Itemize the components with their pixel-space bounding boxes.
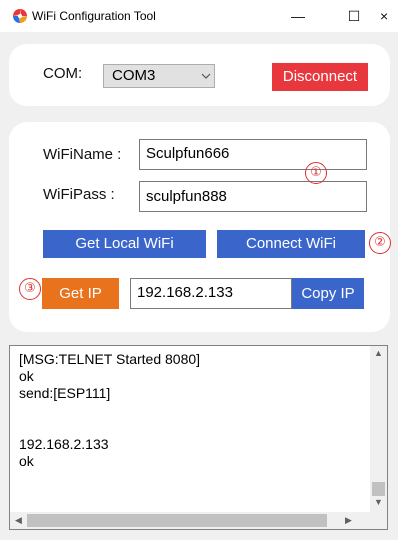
vertical-scrollbar[interactable]: ▲ ▼ [370, 346, 387, 512]
wifi-name-label: WiFiName : [43, 146, 122, 163]
scroll-left-icon[interactable]: ◀ [10, 515, 27, 526]
com-port-select[interactable]: COM3 [103, 64, 215, 88]
log-line: ok [19, 453, 34, 469]
minimize-button[interactable]: — [278, 4, 318, 28]
title-bar: WiFi Configuration Tool — ☐ × [0, 0, 398, 32]
log-line: 192.168.2.133 [19, 436, 109, 452]
log-line: [MSG:TELNET Started 8080] [19, 351, 201, 367]
wifi-pass-label: WiFiPass : [43, 186, 115, 203]
horizontal-scrollbar[interactable]: ◀ ▶ [10, 512, 370, 529]
log-lines: [MSG:TELNET Started 8080] ok send:[ESP11… [19, 351, 200, 470]
app-logo-icon [13, 9, 27, 23]
maximize-button[interactable]: ☐ [334, 4, 374, 28]
scroll-down-icon[interactable]: ▼ [370, 497, 387, 507]
scrollbar-corner [370, 512, 387, 529]
scroll-up-icon[interactable]: ▲ [370, 348, 387, 358]
disconnect-button[interactable]: Disconnect [272, 63, 368, 91]
get-local-wifi-button[interactable]: Get Local WiFi [43, 230, 206, 258]
log-output[interactable]: [MSG:TELNET Started 8080] ok send:[ESP11… [9, 345, 388, 530]
annotation-marker-1: ① [305, 162, 327, 184]
log-line: ok [19, 368, 34, 384]
log-line: send:[ESP111] [19, 385, 111, 401]
scroll-right-icon[interactable]: ▶ [340, 515, 357, 526]
wifi-pass-input[interactable]: sculpfun888 [139, 181, 367, 212]
horizontal-scroll-thumb[interactable] [27, 514, 327, 527]
close-button[interactable]: × [380, 4, 398, 28]
ip-address-field[interactable]: 192.168.2.133 [130, 278, 292, 309]
copy-ip-button[interactable]: Copy IP [292, 278, 364, 309]
com-label: COM: [43, 65, 83, 82]
com-port-value: COM3 [112, 67, 156, 84]
annotation-marker-3: ③ [19, 278, 41, 300]
wifi-name-input[interactable]: Sculpfun666 [139, 139, 367, 170]
vertical-scroll-thumb[interactable] [372, 482, 385, 496]
chevron-down-icon [201, 73, 211, 79]
get-ip-button[interactable]: Get IP [42, 278, 119, 309]
connect-wifi-button[interactable]: Connect WiFi [217, 230, 365, 258]
annotation-marker-2: ② [369, 232, 391, 254]
window-title: WiFi Configuration Tool [32, 9, 156, 23]
